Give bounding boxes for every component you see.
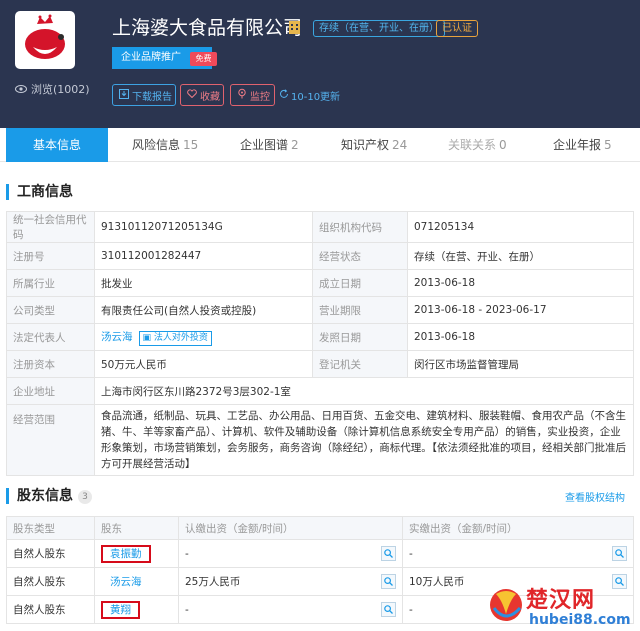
search-icon[interactable]: [381, 574, 396, 589]
table-row: 公司类型 有限责任公司(自然人投资或控股) 营业期限 2013-06-18 - …: [6, 296, 634, 324]
table-row: 经营范围 食品流通，纸制品、玩具、工艺品、办公用品、日用百货、五金交电、建筑材料…: [6, 404, 634, 476]
monitor-button[interactable]: 监控: [230, 84, 275, 106]
table-header-row: 股东类型 股东 认缴出资（金额/时间） 实缴出资（金额/时间）: [6, 516, 634, 540]
watermark-url: hubei88.com: [529, 612, 631, 628]
subscribed-cell: 25万人民币: [178, 567, 403, 596]
tab-basic-info[interactable]: 基本信息: [6, 128, 108, 162]
shareholder-name-link[interactable]: 袁振勤: [101, 545, 151, 563]
business-info-heading: 工商信息: [6, 184, 73, 200]
column-header: 股东: [94, 516, 179, 540]
field-value: 91310112071205134G: [94, 211, 313, 243]
shareholder-cell: 黄翔: [94, 595, 179, 624]
field-label: 注册号: [6, 242, 95, 270]
eye-icon: [15, 83, 27, 96]
field-label: 统一社会信用代码: [6, 211, 95, 243]
shareholder-name-link[interactable]: 汤云海: [101, 576, 142, 588]
table-row: 统一社会信用代码 91310112071205134G 组织机构代码 07120…: [6, 211, 634, 243]
download-report-button[interactable]: 下载报告: [112, 84, 176, 106]
field-label: 经营状态: [312, 242, 408, 270]
field-value: 50万元人民币: [94, 350, 313, 378]
table-row: 法定代表人 汤云海 ▣ 法人对外投资 发照日期 2013-06-18: [6, 323, 634, 351]
legal-representative-link[interactable]: 汤云海: [101, 331, 133, 343]
table-row: 自然人股东 袁振勤 - -: [6, 539, 634, 568]
shareholder-type: 自然人股东: [6, 539, 95, 568]
field-value: 有限责任公司(自然人投资或控股): [94, 296, 313, 324]
favorite-button[interactable]: 收藏: [180, 84, 224, 106]
company-logo: [15, 11, 75, 69]
column-header: 实缴出资（金额/时间）: [402, 516, 634, 540]
shareholder-cell: 汤云海: [94, 567, 179, 596]
subscribed-cell: -: [178, 595, 403, 624]
monitor-icon: [237, 88, 247, 102]
tab-ip[interactable]: 知识产权 24: [341, 128, 407, 162]
shareholder-cell: 袁振勤: [94, 539, 179, 568]
building-icon: [288, 18, 301, 34]
shareholder-name-link[interactable]: 黄翔: [101, 601, 140, 619]
table-row: 注册资本 50万元人民币 登记机关 闵行区市场监督管理局: [6, 350, 634, 378]
field-label: 发照日期: [312, 323, 408, 351]
field-value: 2013-06-18: [407, 323, 634, 351]
shareholders-heading: 股东信息 3: [6, 488, 92, 504]
update-refresh[interactable]: 10-10更新: [279, 88, 340, 103]
field-value: 上海市闵行区东川路2372号3层302-1室: [94, 377, 634, 405]
status-badge: 存续（在营、开业、在册）: [313, 20, 445, 37]
verified-badge: 已认证: [436, 20, 478, 37]
legal-rep-investment-tag[interactable]: ▣ 法人对外投资: [138, 330, 212, 346]
investment-icon: ▣: [142, 332, 154, 343]
company-header: 浏览(1002) 上海婆大食品有限公司 存续（在营、开业、在册） 已认证 企业品…: [0, 0, 640, 128]
field-label: 营业期限: [312, 296, 408, 324]
watermark: 楚汉网 hubei88.com: [484, 580, 640, 631]
view-count: 浏览(1002): [15, 81, 90, 97]
view-equity-structure-link[interactable]: 查看股权结构: [565, 489, 625, 504]
column-header: 认缴出资（金额/时间）: [178, 516, 403, 540]
field-value: 071205134: [407, 211, 634, 243]
heart-icon: [187, 89, 197, 101]
search-icon[interactable]: [612, 546, 627, 561]
table-row: 所属行业 批发业 成立日期 2013-06-18: [6, 269, 634, 297]
field-label: 经营范围: [6, 404, 95, 476]
table-row: 企业地址 上海市闵行区东川路2372号3层302-1室: [6, 377, 634, 405]
free-badge: 免费: [190, 52, 217, 66]
shareholder-type: 自然人股东: [6, 595, 95, 624]
column-header: 股东类型: [6, 516, 95, 540]
business-scope: 食品流通，纸制品、玩具、工艺品、办公用品、日用百货、五金交电、建筑材料、服装鞋帽…: [94, 404, 634, 476]
tab-annual-report[interactable]: 企业年报 5: [553, 128, 612, 162]
field-value: 存续（在营、开业、在册）: [407, 242, 634, 270]
download-icon: [119, 88, 129, 102]
field-label: 注册资本: [6, 350, 95, 378]
shareholder-type: 自然人股东: [6, 567, 95, 596]
tab-enterprise-graph[interactable]: 企业图谱 2: [240, 128, 299, 162]
field-value: 2013-06-18: [407, 269, 634, 297]
search-icon[interactable]: [381, 546, 396, 561]
refresh-icon: [279, 89, 289, 102]
field-label: 成立日期: [312, 269, 408, 297]
field-label: 登记机关: [312, 350, 408, 378]
field-label: 公司类型: [6, 296, 95, 324]
business-info-table: 统一社会信用代码 91310112071205134G 组织机构代码 07120…: [6, 211, 634, 476]
subscribed-cell: -: [178, 539, 403, 568]
company-name: 上海婆大食品有限公司: [112, 17, 303, 39]
field-value: 310112001282447: [94, 242, 313, 270]
field-label: 组织机构代码: [312, 211, 408, 243]
field-value: 闵行区市场监督管理局: [407, 350, 634, 378]
tab-related[interactable]: 关联关系 0: [448, 128, 507, 162]
shareholder-count: 3: [78, 490, 92, 504]
watermark-title: 楚汉网: [526, 588, 596, 613]
field-value: 批发业: [94, 269, 313, 297]
legal-rep-cell: 汤云海 ▣ 法人对外投资: [94, 323, 313, 351]
tab-bar: 基本信息 风险信息 15 企业图谱 2 知识产权 24 关联关系 0 企业年报 5: [0, 128, 640, 162]
field-label: 所属行业: [6, 269, 95, 297]
field-label: 法定代表人: [6, 323, 95, 351]
search-icon[interactable]: [381, 602, 396, 617]
paid-cell: -: [402, 539, 634, 568]
field-value: 2013-06-18 - 2023-06-17: [407, 296, 634, 324]
tab-risk-info[interactable]: 风险信息 15: [132, 128, 198, 162]
field-label: 企业地址: [6, 377, 95, 405]
table-row: 注册号 310112001282447 经营状态 存续（在营、开业、在册）: [6, 242, 634, 270]
